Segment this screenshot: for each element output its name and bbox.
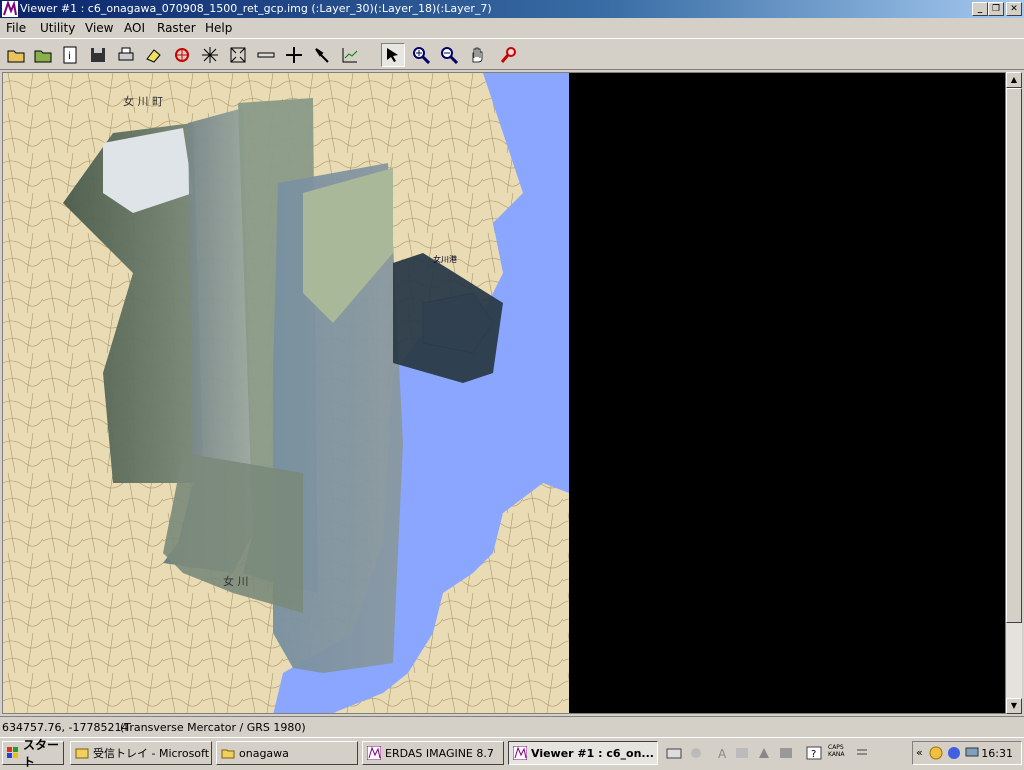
roam-tool-icon[interactable] — [497, 43, 521, 67]
ime-dict-icon[interactable] — [778, 746, 794, 760]
tray-expand-icon[interactable]: « — [916, 746, 923, 759]
eraser-icon[interactable] — [142, 43, 166, 67]
pan-hand-icon[interactable] — [465, 43, 489, 67]
tray-network-icon[interactable] — [947, 746, 961, 760]
map-label-town-top: 女 川 町 — [123, 94, 163, 108]
ime-status: CAPS KANA — [828, 744, 845, 758]
ime-tool-icon[interactable] — [688, 746, 704, 760]
windows-logo-icon — [7, 747, 18, 758]
ime-settings-icon[interactable] — [854, 746, 870, 760]
save-icon[interactable] — [86, 43, 110, 67]
vertical-scrollbar[interactable]: ▲ ▼ — [1006, 72, 1022, 714]
svg-text:?: ? — [811, 749, 816, 760]
system-tray: « 16:31 — [912, 741, 1022, 765]
menu-help[interactable]: Help — [205, 21, 232, 35]
hammer-tool-icon[interactable] — [310, 43, 334, 67]
ime-mode-icon[interactable]: A — [716, 746, 732, 760]
task-viewer[interactable]: Viewer #1 : c6_on... — [508, 741, 658, 765]
ime-pad-icon[interactable] — [756, 746, 772, 760]
minimize-button[interactable]: _ — [972, 2, 988, 16]
scroll-down-button[interactable]: ▼ — [1006, 698, 1022, 714]
erdas-app-icon — [2, 1, 18, 17]
map-canvas: 女 川 町 女 川 女川港 — [3, 73, 569, 713]
menu-aoi[interactable]: AOI — [124, 21, 145, 35]
fit-to-window-icon[interactable] — [226, 43, 250, 67]
tray-smiley-icon[interactable] — [929, 746, 943, 760]
open-layer-icon[interactable] — [31, 43, 55, 67]
folder-icon — [221, 749, 235, 759]
task-label: Viewer #1 : c6_on... — [531, 746, 654, 760]
projection-info: (Transverse Mercator / GRS 1980) — [120, 721, 306, 734]
map-label-harbor: 女川港 — [433, 254, 457, 264]
help-icon[interactable]: ? — [806, 746, 822, 760]
measure-icon[interactable] — [254, 43, 278, 67]
zoom-in-expand-icon[interactable] — [198, 43, 222, 67]
map-viewport[interactable]: 女 川 町 女 川 女川港 — [2, 72, 1006, 714]
taskbar: スタート 受信トレイ - Microsoft ... onagawa ERDAS… — [0, 737, 1024, 769]
profile-tool-icon[interactable] — [338, 43, 362, 67]
menu-utility[interactable]: Utility — [40, 21, 75, 35]
close-button[interactable]: ✕ — [1006, 2, 1022, 16]
ime-kana: KANA — [828, 751, 845, 758]
tray-monitor-icon[interactable] — [965, 746, 979, 760]
svg-text:i: i — [68, 51, 71, 62]
keyboard-icon[interactable] — [666, 746, 682, 760]
svg-text:A: A — [718, 747, 727, 760]
status-bar: 634757.76, -17785214 (Transverse Mercato… — [0, 716, 1024, 736]
crosshair-icon[interactable] — [282, 43, 306, 67]
toolbar: i — [0, 38, 1024, 70]
scroll-thumb[interactable] — [1006, 88, 1022, 623]
zoom-in-icon[interactable] — [409, 43, 433, 67]
mail-icon — [75, 748, 89, 759]
start-button[interactable]: スタート — [2, 738, 64, 769]
erdas-icon — [367, 746, 381, 760]
task-erdas[interactable]: ERDAS IMAGINE 8.7 — [362, 741, 504, 765]
zoom-out-icon[interactable] — [437, 43, 461, 67]
title-bar: Viewer #1 : c6_onagawa_070908_1500_ret_g… — [0, 0, 1024, 18]
task-label: ERDAS IMAGINE 8.7 — [385, 746, 494, 760]
menu-raster[interactable]: Raster — [157, 21, 196, 35]
menu-file[interactable]: File — [6, 21, 26, 35]
inquire-cursor-icon[interactable] — [170, 43, 194, 67]
menu-view[interactable]: View — [85, 21, 113, 35]
select-arrow-icon[interactable] — [381, 43, 405, 67]
viewer-icon — [513, 746, 527, 760]
scroll-up-button[interactable]: ▲ — [1006, 72, 1022, 88]
cursor-coordinates: 634757.76, -17785214 — [2, 721, 129, 734]
task-onagawa-folder[interactable]: onagawa — [216, 741, 358, 765]
ime-input-icon[interactable] — [734, 746, 750, 760]
clock: 16:31 — [981, 747, 1013, 760]
restore-button[interactable]: ❐ — [988, 2, 1004, 16]
info-icon[interactable]: i — [58, 43, 82, 67]
task-label: 受信トレイ - Microsoft ... — [93, 747, 212, 760]
print-icon[interactable] — [114, 43, 138, 67]
window-title: Viewer #1 : c6_onagawa_070908_1500_ret_g… — [20, 2, 492, 15]
start-label: スタート — [23, 738, 60, 769]
ime-caps: CAPS — [828, 744, 844, 751]
task-label: onagawa — [239, 746, 289, 760]
menu-bar: File Utility View AOI Raster Help — [0, 18, 1024, 37]
map-label-town-bottom: 女 川 — [223, 574, 249, 588]
open-folder-icon[interactable] — [4, 43, 28, 67]
task-outlook[interactable]: 受信トレイ - Microsoft ... — [70, 741, 212, 765]
